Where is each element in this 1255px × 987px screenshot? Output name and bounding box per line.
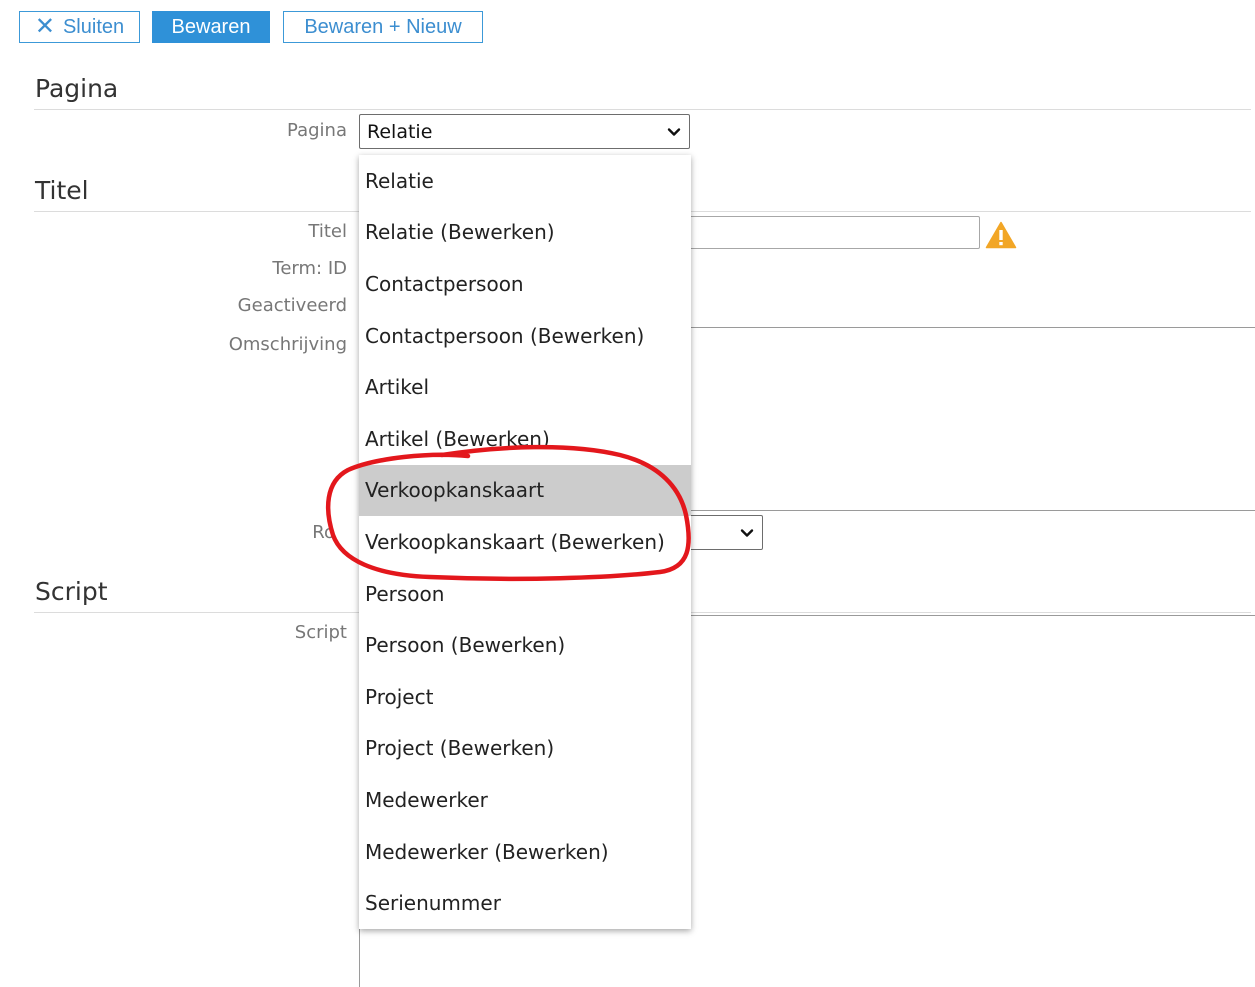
close-icon: ✕ xyxy=(34,13,55,40)
dropdown-option[interactable]: Artikel (Bewerken) xyxy=(359,413,691,465)
omschrijving-editor-border xyxy=(680,327,1255,328)
close-button[interactable]: ✕ Sluiten xyxy=(19,11,140,43)
dropdown-option[interactable]: Project (Bewerken) xyxy=(359,723,691,775)
section-title-titel: Titel xyxy=(35,176,89,205)
geactiveerd-label: Geactiveerd xyxy=(237,295,347,316)
save-button-label: Bewaren xyxy=(171,15,251,38)
warning-icon xyxy=(985,221,1017,249)
script-editor-border-top xyxy=(680,615,1255,616)
dropdown-option-highlighted[interactable]: Verkoopkanskaart xyxy=(359,464,691,517)
dropdown-option[interactable]: Persoon xyxy=(359,568,691,620)
omschrijving-label: Omschrijving xyxy=(228,334,347,355)
titel-label: Titel xyxy=(308,221,347,242)
dropdown-option[interactable]: Persoon (Bewerken) xyxy=(359,619,691,671)
rol-label: Ro xyxy=(312,522,335,543)
pagina-dropdown-list[interactable]: Relatie Relatie (Bewerken) Contactpersoo… xyxy=(359,155,691,929)
dropdown-option[interactable]: Contactpersoon (Bewerken) xyxy=(359,310,691,362)
dropdown-option[interactable]: Medewerker xyxy=(359,774,691,826)
section-title-script: Script xyxy=(35,577,108,606)
dropdown-option[interactable]: Artikel xyxy=(359,361,691,413)
save-new-button-label: Bewaren + Nieuw xyxy=(304,15,462,38)
save-button[interactable]: Bewaren xyxy=(152,11,270,43)
script-label: Script xyxy=(294,622,347,643)
dropdown-option[interactable]: Project xyxy=(359,671,691,723)
pagina-select-value: Relatie xyxy=(367,120,433,143)
dropdown-option[interactable]: Contactpersoon xyxy=(359,258,691,310)
pagina-label: Pagina xyxy=(287,120,347,141)
chevron-down-icon xyxy=(667,127,681,136)
omschrijving-editor-border-bottom xyxy=(680,510,1255,511)
dropdown-option[interactable]: Medewerker (Bewerken) xyxy=(359,826,691,878)
save-new-button[interactable]: Bewaren + Nieuw xyxy=(283,11,483,43)
dropdown-option[interactable]: Relatie (Bewerken) xyxy=(359,207,691,259)
rol-select[interactable] xyxy=(680,515,763,550)
dropdown-option[interactable]: Relatie xyxy=(359,155,691,207)
close-button-label: Sluiten xyxy=(62,15,125,38)
dropdown-option[interactable]: Verkoopkanskaart (Bewerken) xyxy=(359,516,691,568)
section-title-pagina: Pagina xyxy=(35,74,119,103)
section-divider xyxy=(34,109,1251,110)
pagina-select[interactable]: Relatie xyxy=(359,114,690,149)
chevron-down-icon xyxy=(740,528,754,537)
titel-input[interactable] xyxy=(680,216,980,249)
dropdown-option[interactable]: Serienummer xyxy=(359,877,691,929)
term-id-label: Term: ID xyxy=(272,258,347,279)
